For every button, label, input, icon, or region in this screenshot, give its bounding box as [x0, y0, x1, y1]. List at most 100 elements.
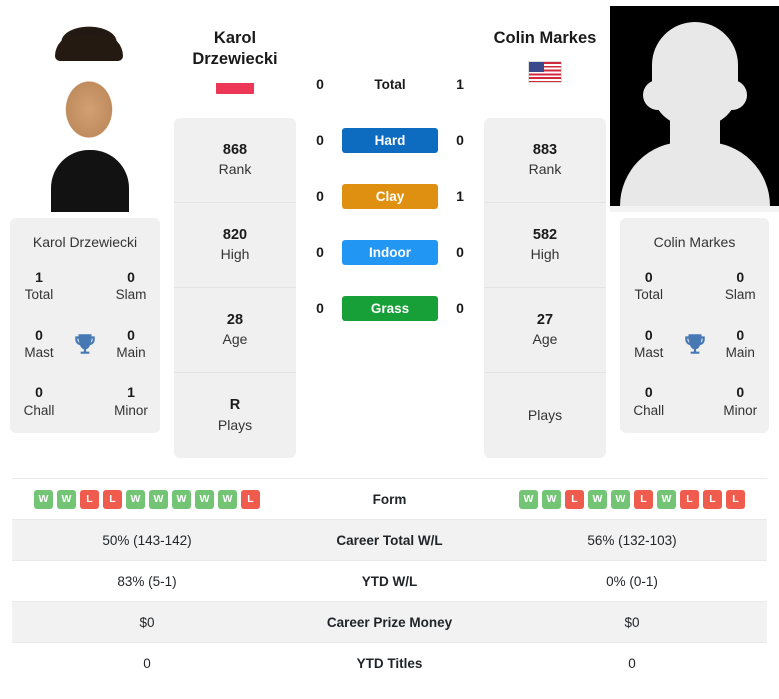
- right-titles-slam-value: 0: [736, 269, 745, 285]
- right-player-photo-wrap: [610, 0, 779, 212]
- left-titles-mast: 0 Mast: [16, 326, 62, 362]
- table-row: $0 Career Prize Money $0: [12, 601, 767, 643]
- right-titles-grid: 0 Total 0 Slam 0 Mast 0 Main 0 Chall 0 M…: [626, 268, 763, 419]
- right-titles-mast: 0 Mast: [626, 326, 672, 362]
- form-badge-left-6[interactable]: W: [172, 489, 191, 509]
- surface-indoor-left-value: 0: [316, 244, 324, 260]
- flag-usa-icon: [528, 61, 562, 84]
- silhouette-base: [610, 206, 779, 212]
- surface-total-left-value: 0: [316, 76, 324, 92]
- right-player-name-line1: Colin Markes: [493, 29, 597, 47]
- silhouette-body: [619, 142, 770, 206]
- row-label-prize-money: Career Prize Money: [282, 601, 497, 643]
- right-info-high-value: 582: [532, 226, 558, 243]
- left-titles-main: 0 Main: [108, 326, 154, 362]
- left-info-age-value: 28: [226, 311, 244, 328]
- career-total-left-value: 50% (143-142): [12, 519, 282, 561]
- left-info-plays-label: Plays: [217, 416, 253, 433]
- left-titles-mast-value: 0: [35, 326, 43, 343]
- form-badge-left-9[interactable]: L: [241, 489, 260, 509]
- table-row: 0 YTD Titles 0: [12, 642, 767, 684]
- form-badge-right-0[interactable]: W: [519, 489, 538, 509]
- flag-poland-icon: [216, 82, 254, 95]
- form-badge-left-2[interactable]: L: [80, 489, 99, 509]
- left-player-info-column: Karol Drzewiecki 868 Rank 820 High 28 Ag…: [170, 0, 300, 458]
- right-titles-chall: 0 Chall: [626, 383, 672, 419]
- form-badge-left-7[interactable]: W: [195, 489, 214, 509]
- right-player-titles-card: Colin Markes 0 Total 0 Slam 0 Mast 0 Mai…: [620, 218, 769, 434]
- right-titles-minor-label: Minor: [723, 402, 758, 418]
- right-titles-minor-value: 0: [736, 384, 745, 401]
- surface-hard-left-value: 0: [316, 132, 324, 148]
- form-badge-right-4[interactable]: W: [611, 489, 630, 509]
- surface-comparison-column: 0 Total 1 0 Hard 0 0 Clay 1 0 Indoor 0 0: [300, 0, 480, 336]
- left-trophy-cell: [62, 331, 108, 357]
- left-titles-main-value: 0: [127, 326, 135, 343]
- surface-clay-badge[interactable]: Clay: [342, 183, 438, 209]
- surface-hard-right-value: 0: [456, 132, 464, 148]
- right-titles-main: 0 Main: [718, 326, 764, 362]
- form-badge-right-2[interactable]: L: [565, 489, 584, 509]
- form-badge-right-5[interactable]: L: [634, 489, 653, 509]
- row-label-career-total: Career Total W/L: [282, 519, 497, 561]
- right-info-rank-value: 883: [532, 141, 558, 158]
- left-info-rank-value: 868: [222, 141, 248, 158]
- table-row: 50% (143-142) Career Total W/L 56% (132-…: [12, 519, 767, 561]
- left-titles-slam: 0 Slam: [108, 268, 154, 304]
- left-titles-mast-label: Mast: [24, 344, 54, 360]
- form-badge-right-3[interactable]: W: [588, 489, 607, 509]
- form-left-cell: WWLLWWWWWL: [12, 478, 282, 520]
- prize-money-left-value: $0: [12, 601, 282, 643]
- left-player-photo-wrap: [0, 0, 170, 212]
- form-badge-right-1[interactable]: W: [542, 489, 561, 509]
- trophy-icon: [75, 333, 95, 354]
- left-player-info-card: 868 Rank 820 High 28 Age R Plays: [174, 118, 296, 458]
- right-titles-total: 0 Total: [626, 268, 672, 304]
- left-titles-total-value: 1: [35, 269, 43, 285]
- surface-total-right-value: 1: [456, 76, 464, 92]
- right-info-age: 27 Age: [484, 288, 606, 373]
- left-titles-grid: 1 Total 0 Slam 0 Mast 0 Main 0 Chall 1 M…: [16, 268, 154, 419]
- career-total-right-value: 56% (132-103): [497, 519, 767, 561]
- surface-hard-badge[interactable]: Hard: [342, 127, 438, 153]
- right-titles-total-label: Total: [634, 287, 664, 303]
- right-titles-mast-value: 0: [644, 326, 653, 343]
- form-badge-right-6[interactable]: W: [657, 489, 676, 509]
- ytd-titles-right-value: 0: [497, 642, 767, 684]
- left-titles-total-label: Total: [24, 287, 54, 303]
- surface-indoor-badge[interactable]: Indoor: [342, 239, 438, 265]
- left-info-high-label: High: [220, 246, 250, 263]
- left-titles-slam-value: 0: [127, 269, 135, 285]
- right-info-high-label: High: [530, 246, 560, 263]
- left-titles-player-name: Karol Drzewiecki: [32, 234, 138, 250]
- form-badge-left-4[interactable]: W: [126, 489, 145, 509]
- form-badge-right-9[interactable]: L: [726, 489, 745, 509]
- form-badge-left-1[interactable]: W: [57, 489, 76, 509]
- right-info-plays: Plays: [484, 373, 606, 458]
- left-player-titles-card: Karol Drzewiecki 1 Total 0 Slam 0 Mast 0…: [10, 218, 160, 434]
- form-badge-left-5[interactable]: W: [149, 489, 168, 509]
- row-label-ytd-wl: YTD W/L: [282, 560, 497, 602]
- right-info-high: 582 High: [484, 203, 606, 288]
- right-titles-main-value: 0: [736, 326, 745, 343]
- form-badge-left-3[interactable]: L: [103, 489, 122, 509]
- surface-indoor-right-value: 0: [456, 244, 464, 260]
- comparison-stats-table: WWLLWWWWWL Form WWLWWLWLLL 50% (143-142)…: [12, 478, 767, 684]
- right-player-photo-column: Colin Markes 0 Total 0 Slam 0 Mast 0 Mai…: [610, 0, 779, 434]
- left-titles-chall-label: Chall: [23, 402, 55, 418]
- surface-row-clay: 0 Clay 1: [300, 168, 480, 224]
- form-badge-left-8[interactable]: W: [218, 489, 237, 509]
- left-titles-minor: 1 Minor: [108, 383, 154, 419]
- form-badge-left-0[interactable]: W: [34, 489, 53, 509]
- right-titles-player-name: Colin Markes: [653, 234, 736, 250]
- form-badge-right-7[interactable]: L: [680, 489, 699, 509]
- left-info-rank-label: Rank: [218, 161, 252, 178]
- surface-grass-badge[interactable]: Grass: [342, 295, 438, 321]
- form-badge-right-8[interactable]: L: [703, 489, 722, 509]
- right-trophy-cell: [672, 331, 718, 357]
- silhouette-ears: [642, 80, 747, 110]
- surface-grass-right-value: 0: [456, 300, 464, 316]
- player-comparison-page: Karol Drzewiecki 1 Total 0 Slam 0 Mast 0…: [0, 0, 779, 699]
- left-titles-chall-value: 0: [35, 384, 43, 401]
- right-player-photo-placeholder: [610, 6, 779, 212]
